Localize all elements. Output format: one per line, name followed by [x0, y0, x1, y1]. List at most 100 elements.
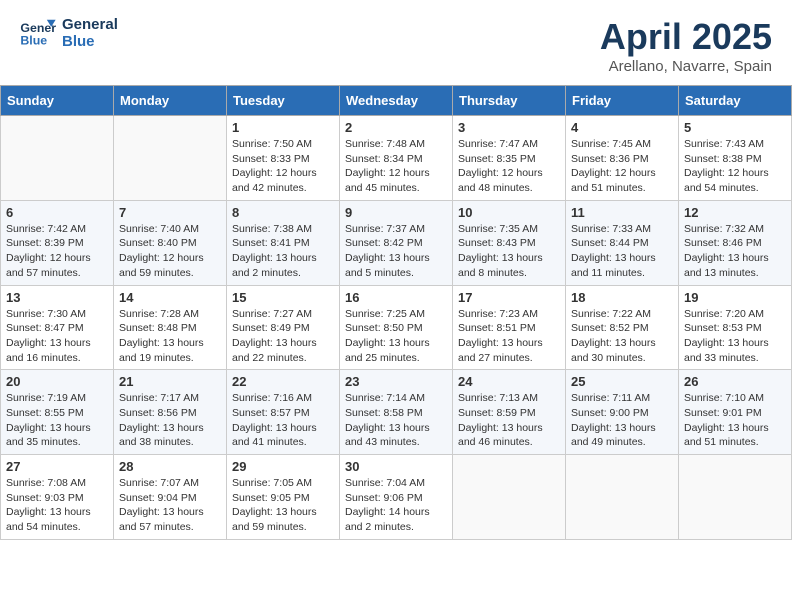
- calendar-cell: 19 Sunrise: 7:20 AM Sunset: 8:53 PM Dayli…: [679, 285, 792, 370]
- day-info: Sunrise: 7:45 AM Sunset: 8:36 PM Dayligh…: [571, 137, 673, 196]
- calendar-cell: 8 Sunrise: 7:38 AM Sunset: 8:41 PM Daylig…: [227, 200, 340, 285]
- calendar-cell: 26Sunrise: 7:10 AM Sunset: 9:01 PM Dayli…: [679, 370, 792, 455]
- logo-line1: General: [62, 16, 118, 33]
- day-number: 13: [6, 290, 108, 305]
- day-number: 1: [232, 120, 334, 135]
- day-info: Sunrise: 7:35 AM Sunset: 8:43 PM Dayligh…: [458, 222, 560, 281]
- day-info: Sunrise: 7:48 AM Sunset: 8:34 PM Dayligh…: [345, 137, 447, 196]
- day-number: 19: [684, 290, 786, 305]
- calendar-cell: 23Sunrise: 7:14 AM Sunset: 8:58 PM Dayli…: [340, 370, 453, 455]
- day-number: 30: [345, 459, 447, 474]
- day-info: Sunrise: 7:13 AM Sunset: 8:59 PM Dayligh…: [458, 391, 560, 450]
- calendar-table: Sunday Monday Tuesday Wednesday Thursday…: [0, 85, 792, 540]
- day-info: Sunrise: 7:17 AM Sunset: 8:56 PM Dayligh…: [119, 391, 221, 450]
- calendar-cell: 16Sunrise: 7:25 AM Sunset: 8:50 PM Dayli…: [340, 285, 453, 370]
- day-info: Sunrise: 7:38 AM Sunset: 8:41 PM Dayligh…: [232, 222, 334, 281]
- calendar-cell: 10 Sunrise: 7:35 AM Sunset: 8:43 PM Dayli…: [453, 200, 566, 285]
- day-number: 3: [458, 120, 560, 135]
- day-info: Sunrise: 7:37 AM Sunset: 8:42 PM Dayligh…: [345, 222, 447, 281]
- calendar-cell: 2 Sunrise: 7:48 AM Sunset: 8:34 PM Daylig…: [340, 116, 453, 201]
- day-info: Sunrise: 7:28 AM Sunset: 8:48 PM Dayligh…: [119, 307, 221, 366]
- day-info: Sunrise: 7:23 AM Sunset: 8:51 PM Dayligh…: [458, 307, 560, 366]
- day-info: Sunrise: 7:05 AM Sunset: 9:05 PM Dayligh…: [232, 476, 334, 535]
- day-info: Sunrise: 7:16 AM Sunset: 8:57 PM Dayligh…: [232, 391, 334, 450]
- day-info: Sunrise: 7:33 AM Sunset: 8:44 PM Dayligh…: [571, 222, 673, 281]
- calendar-cell: 7Sunrise: 7:40 AM Sunset: 8:40 PM Daylig…: [114, 200, 227, 285]
- day-info: Sunrise: 7:25 AM Sunset: 8:50 PM Dayligh…: [345, 307, 447, 366]
- month-title: April 2025: [600, 16, 772, 58]
- day-info: Sunrise: 7:07 AM Sunset: 9:04 PM Dayligh…: [119, 476, 221, 535]
- day-info: Sunrise: 7:04 AM Sunset: 9:06 PM Dayligh…: [345, 476, 447, 535]
- calendar-cell: 1 Sunrise: 7:50 AM Sunset: 8:33 PM Daylig…: [227, 116, 340, 201]
- week-row-5: 27Sunrise: 7:08 AM Sunset: 9:03 PM Dayli…: [1, 455, 792, 540]
- calendar-cell: 17Sunrise: 7:23 AM Sunset: 8:51 PM Dayli…: [453, 285, 566, 370]
- day-number: 15: [232, 290, 334, 305]
- svg-text:Blue: Blue: [20, 33, 47, 47]
- calendar-cell: 12 Sunrise: 7:32 AM Sunset: 8:46 PM Dayli…: [679, 200, 792, 285]
- calendar-cell: [114, 116, 227, 201]
- day-number: 12: [684, 205, 786, 220]
- calendar-cell: 30 Sunrise: 7:04 AM Sunset: 9:06 PM Dayli…: [340, 455, 453, 540]
- calendar-cell: [566, 455, 679, 540]
- day-number: 28: [119, 459, 221, 474]
- title-area: April 2025 Arellano, Navarre, Spain: [600, 16, 772, 75]
- logo-icon: General Blue: [20, 18, 56, 48]
- day-number: 29: [232, 459, 334, 474]
- location: Arellano, Navarre, Spain: [600, 58, 772, 75]
- header-thursday: Thursday: [453, 86, 566, 116]
- day-info: Sunrise: 7:10 AM Sunset: 9:01 PM Dayligh…: [684, 391, 786, 450]
- calendar-cell: 15Sunrise: 7:27 AM Sunset: 8:49 PM Dayli…: [227, 285, 340, 370]
- day-info: Sunrise: 7:20 AM Sunset: 8:53 PM Dayligh…: [684, 307, 786, 366]
- day-info: Sunrise: 7:22 AM Sunset: 8:52 PM Dayligh…: [571, 307, 673, 366]
- day-number: 8: [232, 205, 334, 220]
- week-row-3: 13 Sunrise: 7:30 AM Sunset: 8:47 PM Dayli…: [1, 285, 792, 370]
- day-number: 20: [6, 374, 108, 389]
- page-header: General Blue General Blue April 2025 Are…: [0, 0, 792, 85]
- week-row-4: 20 Sunrise: 7:19 AM Sunset: 8:55 PM Dayli…: [1, 370, 792, 455]
- day-number: 27: [6, 459, 108, 474]
- calendar-cell: 3Sunrise: 7:47 AM Sunset: 8:35 PM Daylig…: [453, 116, 566, 201]
- day-number: 11: [571, 205, 673, 220]
- calendar-cell: [679, 455, 792, 540]
- calendar-cell: 14 Sunrise: 7:28 AM Sunset: 8:48 PM Dayli…: [114, 285, 227, 370]
- calendar-cell: 29 Sunrise: 7:05 AM Sunset: 9:05 PM Dayli…: [227, 455, 340, 540]
- week-row-1: 1 Sunrise: 7:50 AM Sunset: 8:33 PM Daylig…: [1, 116, 792, 201]
- day-info: Sunrise: 7:32 AM Sunset: 8:46 PM Dayligh…: [684, 222, 786, 281]
- header-monday: Monday: [114, 86, 227, 116]
- calendar-cell: 21 Sunrise: 7:17 AM Sunset: 8:56 PM Dayli…: [114, 370, 227, 455]
- calendar-cell: [1, 116, 114, 201]
- calendar-cell: 4 Sunrise: 7:45 AM Sunset: 8:36 PM Daylig…: [566, 116, 679, 201]
- day-number: 22: [232, 374, 334, 389]
- calendar-cell: 24 Sunrise: 7:13 AM Sunset: 8:59 PM Dayli…: [453, 370, 566, 455]
- day-number: 23: [345, 374, 447, 389]
- day-info: Sunrise: 7:30 AM Sunset: 8:47 PM Dayligh…: [6, 307, 108, 366]
- header-saturday: Saturday: [679, 86, 792, 116]
- day-number: 6: [6, 205, 108, 220]
- day-info: Sunrise: 7:19 AM Sunset: 8:55 PM Dayligh…: [6, 391, 108, 450]
- day-info: Sunrise: 7:11 AM Sunset: 9:00 PM Dayligh…: [571, 391, 673, 450]
- day-number: 25: [571, 374, 673, 389]
- day-number: 21: [119, 374, 221, 389]
- header-friday: Friday: [566, 86, 679, 116]
- calendar-cell: 28 Sunrise: 7:07 AM Sunset: 9:04 PM Dayli…: [114, 455, 227, 540]
- calendar-cell: 27Sunrise: 7:08 AM Sunset: 9:03 PM Dayli…: [1, 455, 114, 540]
- calendar-cell: [453, 455, 566, 540]
- weekday-header-row: Sunday Monday Tuesday Wednesday Thursday…: [1, 86, 792, 116]
- day-number: 14: [119, 290, 221, 305]
- calendar-cell: 6Sunrise: 7:42 AM Sunset: 8:39 PM Daylig…: [1, 200, 114, 285]
- calendar-cell: 9Sunrise: 7:37 AM Sunset: 8:42 PM Daylig…: [340, 200, 453, 285]
- week-row-2: 6Sunrise: 7:42 AM Sunset: 8:39 PM Daylig…: [1, 200, 792, 285]
- day-info: Sunrise: 7:43 AM Sunset: 8:38 PM Dayligh…: [684, 137, 786, 196]
- calendar-cell: 11 Sunrise: 7:33 AM Sunset: 8:44 PM Dayli…: [566, 200, 679, 285]
- day-number: 4: [571, 120, 673, 135]
- day-number: 24: [458, 374, 560, 389]
- day-number: 5: [684, 120, 786, 135]
- calendar-cell: 5 Sunrise: 7:43 AM Sunset: 8:38 PM Daylig…: [679, 116, 792, 201]
- day-info: Sunrise: 7:50 AM Sunset: 8:33 PM Dayligh…: [232, 137, 334, 196]
- day-number: 7: [119, 205, 221, 220]
- day-number: 10: [458, 205, 560, 220]
- calendar-cell: 25 Sunrise: 7:11 AM Sunset: 9:00 PM Dayli…: [566, 370, 679, 455]
- calendar-cell: 13 Sunrise: 7:30 AM Sunset: 8:47 PM Dayli…: [1, 285, 114, 370]
- calendar-cell: 20 Sunrise: 7:19 AM Sunset: 8:55 PM Dayli…: [1, 370, 114, 455]
- day-number: 2: [345, 120, 447, 135]
